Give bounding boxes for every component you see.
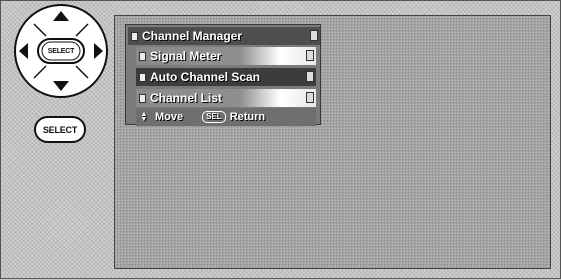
menu-bullet-icon (139, 72, 146, 82)
menu-item-label: Channel List (150, 91, 223, 105)
menu-item-label: Auto Channel Scan (150, 70, 261, 84)
menu-end-cap-icon (310, 30, 318, 41)
menu-item-label: Signal Meter (150, 49, 222, 63)
menu-title-row: Channel Manager (128, 27, 320, 45)
tv-screen: Channel Manager Signal Meter Auto Channe… (114, 15, 551, 269)
channel-manager-menu: Channel Manager Signal Meter Auto Channe… (125, 24, 321, 126)
dpad-select-label[interactable]: SELECT (42, 42, 80, 60)
menu-bullet-icon (131, 31, 138, 41)
remote-control: SELECT SELECT (1, 1, 111, 280)
menu-end-cap-icon (306, 50, 314, 61)
menu-title: Channel Manager (142, 29, 243, 43)
menu-end-cap-icon (306, 92, 314, 103)
help-move-label: Move (155, 111, 184, 123)
select-button[interactable]: SELECT (34, 116, 86, 143)
menu-bullet-icon (139, 93, 146, 103)
sel-badge: SEL (202, 111, 226, 123)
menu-end-cap-icon (306, 71, 314, 82)
menu-help-bar: ▲ ▼ Move SEL Return (136, 108, 316, 126)
updown-arrows-icon: ▲ ▼ (140, 111, 148, 123)
menu-item-auto-channel-scan[interactable]: Auto Channel Scan (136, 68, 316, 86)
manual-illustration: SELECT SELECT Channel Manager Signal Met… (0, 0, 561, 279)
menu-item-signal-meter[interactable]: Signal Meter (136, 47, 316, 65)
menu-bullet-icon (139, 51, 146, 61)
menu-item-channel-list[interactable]: Channel List (136, 89, 316, 107)
help-return-label: Return (229, 111, 266, 123)
